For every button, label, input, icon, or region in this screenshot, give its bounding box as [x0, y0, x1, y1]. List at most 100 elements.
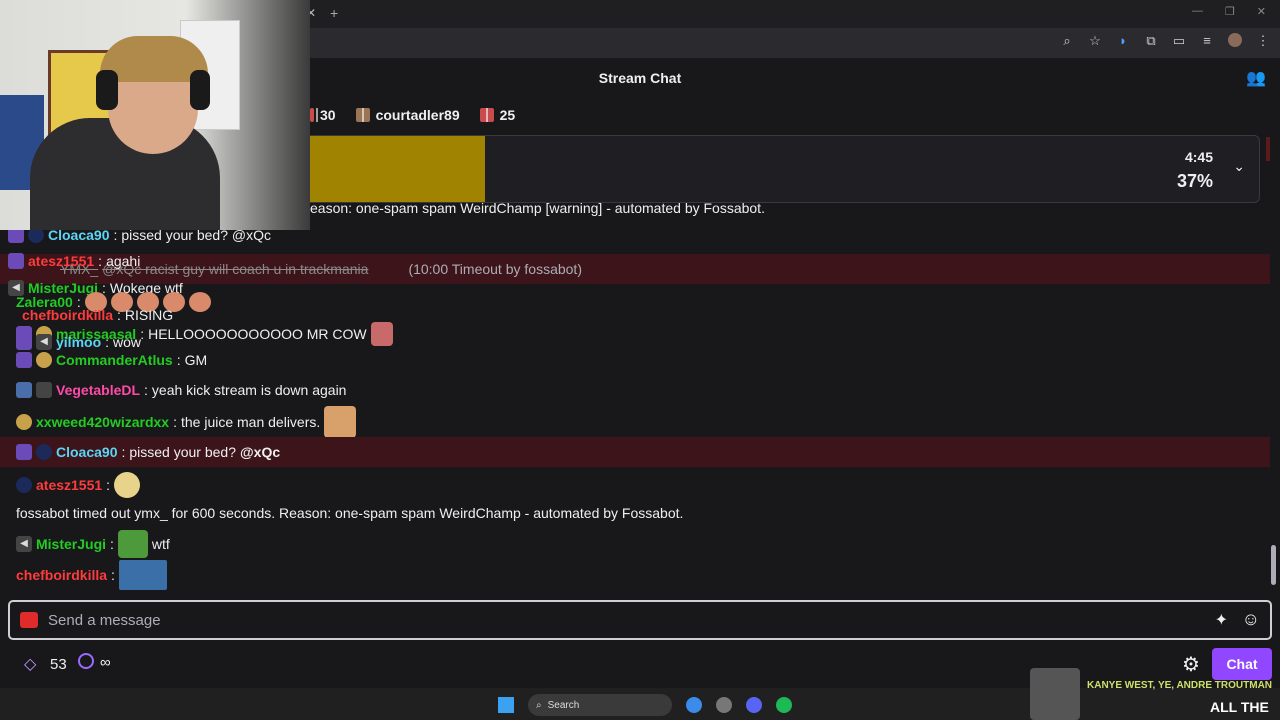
sub-badge-icon [8, 253, 24, 269]
cow-emote [370, 322, 393, 346]
clip-record-icon[interactable] [20, 612, 38, 628]
channel-points-value: 53 [50, 656, 67, 673]
mute-icon: ◀ [16, 536, 32, 552]
leaderboard-count: 30 [320, 107, 336, 123]
chevron-down-icon[interactable]: ⌄ [1233, 158, 1245, 175]
chat-username[interactable]: chefboirdkilla [22, 307, 113, 323]
chat-message: VegetableDL: yeah kick stream is down ag… [16, 382, 346, 398]
windows-start-icon[interactable] [498, 697, 514, 713]
more-menu-icon[interactable]: ⋮ [1256, 33, 1270, 49]
chat-text: HELLOOOOOOOOOOO MR COW [148, 326, 367, 342]
poll-progress-fill [303, 136, 485, 202]
minimize-icon[interactable]: — [1192, 5, 1203, 18]
bookmark-star-icon[interactable]: ☆ [1088, 33, 1102, 49]
maximize-icon[interactable]: ❐ [1225, 5, 1235, 18]
chat-text: RISING [124, 307, 174, 323]
chat-message: xxweed420wizardxx: the juice man deliver… [16, 406, 357, 438]
channel-points-icon[interactable]: ◇ [24, 654, 36, 674]
chat-username[interactable]: yilmoo [56, 334, 101, 350]
chat-username[interactable]: atesz1551 [28, 253, 94, 269]
new-tab-icon[interactable]: + [330, 5, 338, 21]
search-icon: ⌕ [536, 699, 542, 711]
community-users-icon[interactable]: 👥 [1246, 68, 1266, 88]
media-control-icon[interactable]: ≡ [1200, 33, 1214, 49]
sub-badge-icon [16, 334, 32, 350]
badge-icon [16, 477, 32, 493]
emoji-emote [114, 472, 141, 498]
chat-text: the juice man delivers. [180, 414, 321, 430]
discord-icon[interactable] [746, 697, 762, 713]
taskbar-search[interactable]: ⌕ Search [528, 694, 672, 716]
leaderboard-entry[interactable]: 25 [479, 107, 515, 123]
zoom-icon[interactable]: ⌕ [1060, 33, 1074, 49]
chat-send-button[interactable]: Chat [1212, 648, 1272, 680]
chrome-icon[interactable] [686, 697, 702, 713]
pepe-emote [117, 530, 148, 558]
chat-message: chefboirdkilla: [16, 560, 167, 590]
chat-message: ◀ yilmoo: wow [16, 334, 141, 350]
system-text: fossabot timed out ymx_ for 600 seconds.… [16, 505, 684, 521]
gift-icon [479, 108, 494, 122]
now-playing-subtitle: ALL THE [1210, 699, 1269, 715]
app-icon[interactable] [716, 697, 732, 713]
chat-text: GM [184, 352, 208, 368]
now-playing-art [1030, 668, 1080, 720]
close-window-icon[interactable]: ✕ [1257, 5, 1266, 18]
profile-avatar-icon[interactable] [1228, 33, 1242, 47]
chat-text: agahi [106, 253, 141, 269]
chat-system-message: fossabot timed out ymx_ for 600 seconds.… [16, 505, 683, 521]
cast-icon[interactable]: ▭ [1172, 33, 1186, 49]
badge-icon [36, 352, 52, 368]
screen: ✕ + — ❐ ✕ ⌕ ☆ ◗ ⧉ ▭ ≡ ⋮ Stream Chat 👥 30 [0, 0, 1280, 720]
leaderboard-username: courtadler89 [375, 107, 460, 123]
emoji-picker-icon[interactable]: ☺ [1242, 609, 1260, 630]
chat-scrollbar[interactable] [1271, 545, 1276, 585]
settings-gear-icon[interactable]: ⚙ [1182, 652, 1200, 677]
celebration-icon[interactable]: ✦ [1215, 610, 1228, 630]
sub-badge-icon [16, 444, 32, 460]
spotify-icon[interactable] [776, 697, 792, 713]
sub-badge-icon [16, 352, 32, 368]
deleted-text: @xQc racist guy will coach u in trackman… [102, 261, 369, 277]
chat-message: atesz1551: agahi [8, 253, 140, 269]
chat-message-mention: Cloaca90: pissed your bed? @xQc [16, 444, 280, 460]
chat-text: yeah kick stream is down again [151, 382, 347, 398]
os-taskbar: ⌕ Search [0, 688, 1280, 720]
leaderboard-entry[interactable]: 30 [310, 107, 336, 123]
chat-username[interactable]: Cloaca90 [56, 444, 117, 460]
chat-mention[interactable]: @xQc [240, 444, 280, 460]
chat-username[interactable]: VegetableDL [56, 382, 140, 398]
sub-badge-icon [16, 382, 32, 398]
webcam-overlay [0, 0, 310, 230]
gift-rank-icon [355, 108, 370, 122]
chat-input[interactable]: Send a message ✦ ☺ [8, 600, 1272, 640]
gift-icon [310, 108, 318, 122]
chat-text: pissed your bed? [129, 444, 237, 460]
badge-icon [36, 444, 52, 460]
hype-ring-icon[interactable] [78, 653, 94, 669]
poll-banner[interactable]: 4:45 37% ⌄ [302, 135, 1260, 203]
headset-icon [190, 70, 210, 110]
leaderboard-entry[interactable]: courtadler89 [355, 107, 460, 123]
chat-message: chefboirdkilla: RISING [22, 307, 174, 323]
image-emote [118, 560, 167, 590]
chat-username[interactable]: MisterJugi [36, 536, 106, 552]
broadcast-icon[interactable]: ◗ [1116, 33, 1130, 49]
taskbar-apps: ⌕ Search [498, 694, 792, 716]
system-text: eason: one-spam spam WeirdChamp [warning… [310, 200, 765, 216]
address-bar[interactable] [310, 31, 1110, 55]
chat-username[interactable]: atesz1551 [36, 477, 102, 493]
badge-icon [36, 382, 52, 398]
extensions-icon[interactable]: ⧉ [1144, 33, 1158, 49]
banner-accent [1266, 137, 1270, 161]
chat-input-placeholder: Send a message [48, 612, 161, 629]
chat-username[interactable]: chefboirdkilla [16, 567, 107, 583]
chat-username[interactable]: xxweed420wizardxx [36, 414, 169, 430]
infinity-value: ∞ [100, 654, 111, 671]
timeout-note: (10:00 Timeout by fossabot) [408, 261, 582, 277]
chat-text: wtf [151, 536, 170, 552]
chat-message: ◀ MisterJugi: wtf [16, 530, 170, 558]
chat-username[interactable]: CommanderAtlus [56, 352, 173, 368]
taskbar-search-label: Search [547, 699, 580, 711]
face-emote [324, 406, 357, 438]
